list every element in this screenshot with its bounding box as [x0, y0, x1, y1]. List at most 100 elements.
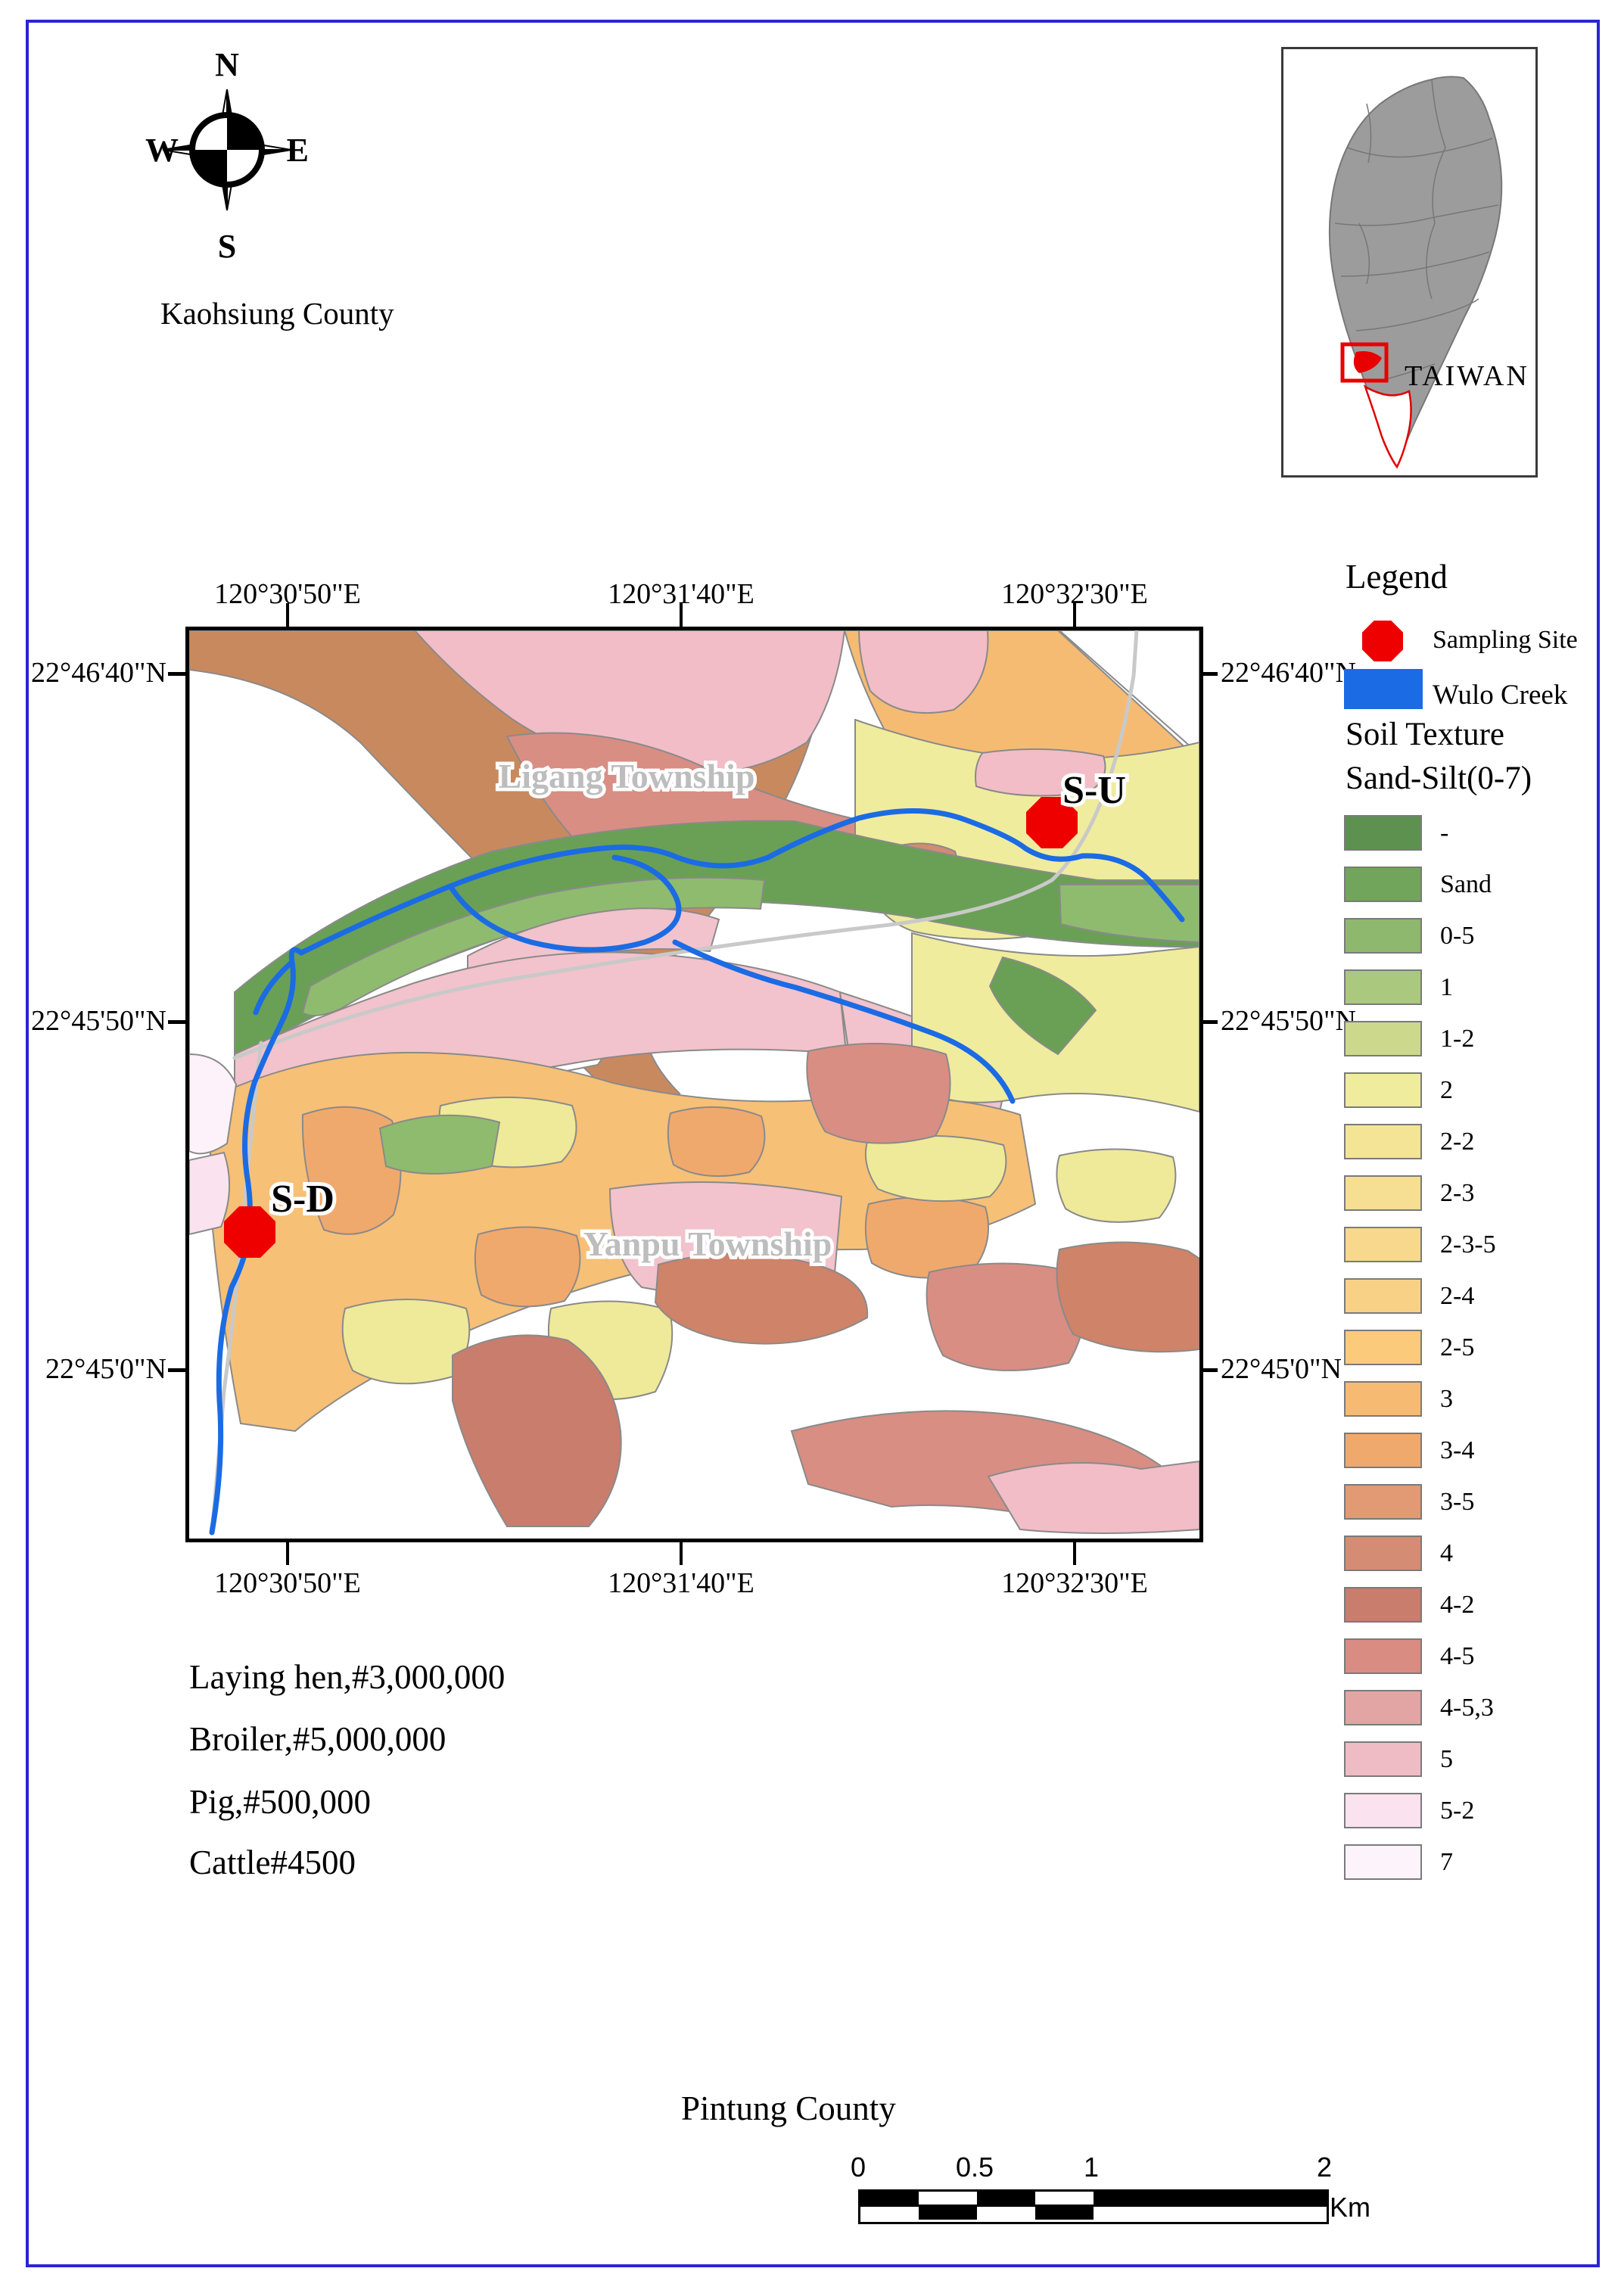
soil-class-row: 2-5 — [1344, 1330, 1496, 1365]
soil-class-swatch — [1344, 1793, 1422, 1828]
soil-class-row: 2-3-5 — [1344, 1227, 1496, 1262]
x-tick-mark — [680, 1542, 683, 1565]
figure-page: N S E W Kaohsiung County TAIWAN 120°30'5… — [0, 0, 1624, 2287]
soil-class-label: 4-2 — [1440, 1592, 1474, 1618]
soil-class-label: 1 — [1440, 975, 1453, 1000]
soil-class-row: Sand — [1344, 867, 1496, 902]
legend-title: Legend — [1346, 557, 1448, 596]
soil-class-swatch — [1344, 1690, 1422, 1725]
township-label-yanpu: Yanpu Township — [583, 1224, 832, 1263]
taiwan-island-graphic: TAIWAN — [1283, 49, 1535, 475]
soil-class-label: 2-3-5 — [1440, 1232, 1496, 1258]
soil-class-swatch — [1344, 918, 1422, 954]
soil-class-row: 3-4 — [1344, 1433, 1496, 1468]
soil-class-row: 0-5 — [1344, 918, 1496, 954]
soil-class-swatch — [1344, 1072, 1422, 1108]
soil-class-row: 4-2 — [1344, 1587, 1496, 1623]
y-tick-label-left: 22°45'0"N — [8, 1352, 166, 1386]
soil-class-label: 4-5,3 — [1440, 1695, 1494, 1721]
scalebar-unit-label: Km — [1330, 2192, 1370, 2223]
soil-texture-subheading: Sand-Silt(0-7) — [1346, 760, 1532, 797]
soil-class-label: 0-5 — [1440, 923, 1474, 949]
x-tick-mark — [1073, 1542, 1076, 1565]
soil-class-row: 4-5,3 — [1344, 1690, 1496, 1725]
compass-south-label: S — [218, 228, 236, 263]
soil-class-row: 2-3 — [1344, 1175, 1496, 1211]
soil-class-swatch — [1344, 1381, 1422, 1417]
scalebar-tick-label: 2 — [1317, 2152, 1332, 2183]
soil-class-label: 2-4 — [1440, 1284, 1474, 1309]
soil-texture-heading: Soil Texture — [1346, 716, 1504, 753]
x-tick-label-bottom: 120°32'30"E — [961, 1567, 1188, 1600]
soil-class-row: 2 — [1344, 1072, 1496, 1108]
soil-class-swatch — [1344, 1124, 1422, 1159]
scalebar-tick-label: 1 — [1084, 2152, 1099, 2183]
livestock-line: Cattle#4500 — [189, 1843, 356, 1882]
soil-class-row: 2-4 — [1344, 1278, 1496, 1314]
soil-class-row: 3-5 — [1344, 1484, 1496, 1520]
soil-class-label: 3-4 — [1440, 1438, 1474, 1464]
south-county-label: Pintung County — [681, 2089, 896, 2128]
x-tick-mark — [286, 603, 289, 627]
pintung-outline — [1365, 387, 1411, 467]
soil-class-row: 3 — [1344, 1381, 1496, 1417]
soil-map-graphic: Ligang Township Yanpu Township S-U S-D — [189, 630, 1199, 1539]
y-tick-mark — [168, 1020, 186, 1024]
compass-east-label: E — [287, 132, 309, 169]
scale-bar — [858, 2189, 1329, 2224]
soil-class-swatch — [1344, 1844, 1422, 1880]
y-tick-mark — [168, 1368, 186, 1372]
soil-class-swatch — [1344, 867, 1422, 902]
site-label-su: S-U — [1062, 769, 1126, 812]
soil-class-label: 3 — [1440, 1386, 1453, 1412]
legend-creek-label: Wulo Creek — [1433, 679, 1567, 711]
compass-rose-icon: N S E W — [144, 36, 310, 263]
soil-class-swatch — [1344, 1484, 1422, 1520]
site-label-sd: S-D — [271, 1178, 334, 1221]
soil-class-swatch — [1344, 969, 1422, 1005]
y-tick-label-left: 22°46'40"N — [8, 656, 166, 689]
sampling-site-icon — [1362, 621, 1403, 661]
x-tick-label-bottom: 120°31'40"E — [568, 1567, 795, 1600]
soil-class-row: 7 — [1344, 1844, 1496, 1880]
soil-class-swatch — [1344, 815, 1422, 851]
taiwan-label: TAIWAN — [1405, 360, 1529, 392]
soil-class-row: 2-2 — [1344, 1124, 1496, 1159]
soil-class-swatch — [1344, 1741, 1422, 1777]
taiwan-inset-map: TAIWAN — [1281, 47, 1538, 478]
y-tick-label-left: 22°45'50"N — [8, 1004, 166, 1038]
soil-class-label: 2-3 — [1440, 1181, 1474, 1206]
soil-class-label: 1-2 — [1440, 1026, 1474, 1052]
soil-class-label: 2-5 — [1440, 1335, 1474, 1361]
scalebar-tick-label: 0 — [851, 2152, 866, 2183]
compass-north-label: N — [215, 46, 239, 83]
soil-class-label: 4 — [1440, 1541, 1453, 1567]
livestock-line: Broiler,#5,000,000 — [189, 1719, 446, 1759]
soil-class-label: 5 — [1440, 1747, 1453, 1772]
x-tick-mark — [680, 603, 683, 627]
soil-class-swatch — [1344, 1278, 1422, 1314]
soil-class-row: 4-5 — [1344, 1638, 1496, 1674]
soil-class-label: 2-2 — [1440, 1129, 1474, 1155]
soil-class-swatch — [1344, 1021, 1422, 1056]
soil-class-label: 4-5 — [1440, 1644, 1474, 1669]
y-tick-mark — [168, 672, 186, 676]
soil-class-swatch — [1344, 1175, 1422, 1211]
soil-class-row: 1 — [1344, 969, 1496, 1005]
soil-class-label: Sand — [1440, 872, 1492, 898]
soil-class-list: - Sand 0-5 1 1-2 2 2-2 2-3 2-3-5 2-4 2-5 3 3-4 3-5 4 4-… — [1344, 815, 1496, 1896]
soil-class-swatch — [1344, 1227, 1422, 1262]
scalebar-tick-label: 0.5 — [956, 2152, 994, 2183]
soil-map: Ligang Township Yanpu Township S-U S-D — [185, 627, 1203, 1542]
sampling-site-sd — [224, 1206, 275, 1258]
soil-class-row: - — [1344, 815, 1496, 851]
x-tick-label-bottom: 120°30'50"E — [174, 1567, 401, 1600]
soil-class-label: 7 — [1440, 1850, 1453, 1875]
x-tick-mark — [1073, 603, 1076, 627]
soil-class-row: 5-2 — [1344, 1793, 1496, 1828]
soil-class-swatch — [1344, 1536, 1422, 1571]
soil-class-label: 3-5 — [1440, 1489, 1474, 1515]
x-tick-mark — [286, 1542, 289, 1565]
legend-sampling-site-label: Sampling Site — [1433, 626, 1578, 655]
soil-class-swatch — [1344, 1433, 1422, 1468]
